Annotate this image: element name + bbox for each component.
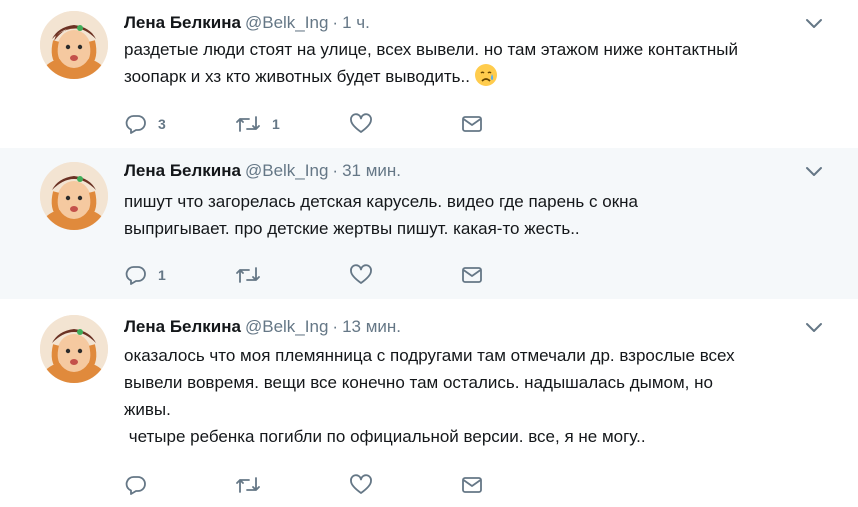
reply-count: 1	[158, 267, 166, 283]
author-name[interactable]: Лена Белкина	[124, 161, 241, 180]
reply-button[interactable]: 3	[124, 112, 166, 136]
tweet-text: оказалось что моя племянница с подругами…	[124, 346, 735, 446]
tweet[interactable]: Лена Белкина @Belk_Ing · 1 ч. раздетые люди…	[0, 0, 858, 148]
envelope-icon	[460, 112, 484, 136]
direct-message-button[interactable]	[460, 263, 484, 287]
chevron-down-icon[interactable]	[804, 320, 824, 334]
heart-icon	[349, 112, 373, 136]
author-handle[interactable]: @Belk_Ing	[245, 13, 328, 32]
retweet-icon	[234, 263, 262, 287]
author-handle[interactable]: @Belk_Ing	[245, 317, 328, 336]
reply-icon	[124, 263, 148, 287]
timestamp[interactable]: 31 мин.	[342, 161, 401, 180]
tweet-header: Лена Белкина @Belk_Ing · 31 мин.	[124, 160, 401, 182]
like-button[interactable]	[349, 473, 383, 497]
separator: ·	[332, 13, 339, 32]
tweet-text: раздетые люди стоят на улице, всех вывел…	[124, 36, 844, 90]
author-handle[interactable]: @Belk_Ing	[245, 161, 328, 180]
chevron-down-icon[interactable]	[804, 16, 824, 30]
like-button[interactable]	[349, 263, 383, 287]
tweet-header: Лена Белкина @Belk_Ing · 1 ч.	[124, 12, 370, 34]
author-name[interactable]: Лена Белкина	[124, 13, 241, 32]
tweet[interactable]: Лена Белкина @Belk_Ing · 31 мин. пишут что …	[0, 148, 858, 299]
retweet-icon	[234, 112, 262, 136]
reply-button[interactable]	[124, 473, 158, 497]
tweet-text-body: раздетые люди стоят на улице, всех вывел…	[124, 40, 738, 86]
tweet[interactable]: Лена Белкина @Belk_Ing · 13 мин. оказалось …	[0, 299, 858, 507]
chevron-down-icon[interactable]	[804, 164, 824, 178]
retweet-button[interactable]	[234, 263, 272, 287]
separator: ·	[332, 317, 339, 336]
avatar[interactable]	[40, 315, 108, 383]
retweet-button[interactable]	[234, 473, 272, 497]
like-button[interactable]	[349, 112, 383, 136]
avatar[interactable]	[40, 11, 108, 79]
author-name[interactable]: Лена Белкина	[124, 317, 241, 336]
reply-button[interactable]: 1	[124, 263, 166, 287]
direct-message-button[interactable]	[460, 112, 484, 136]
sad-tear-emoji	[474, 63, 498, 87]
reply-count: 3	[158, 116, 166, 132]
separator: ·	[332, 161, 339, 180]
envelope-icon	[460, 473, 484, 497]
retweet-button[interactable]: 1	[234, 112, 280, 136]
direct-message-button[interactable]	[460, 473, 484, 497]
timestamp[interactable]: 1 ч.	[342, 13, 370, 32]
heart-icon	[349, 473, 373, 497]
heart-icon	[349, 263, 373, 287]
avatar[interactable]	[40, 162, 108, 230]
envelope-icon	[460, 263, 484, 287]
reply-icon	[124, 112, 148, 136]
reply-icon	[124, 473, 148, 497]
retweet-count: 1	[272, 116, 280, 132]
timestamp[interactable]: 13 мин.	[342, 317, 401, 336]
tweet-text: пишут что загорелась детская карусель. в…	[124, 192, 638, 238]
tweet-header: Лена Белкина @Belk_Ing · 13 мин.	[124, 316, 401, 338]
retweet-icon	[234, 473, 262, 497]
